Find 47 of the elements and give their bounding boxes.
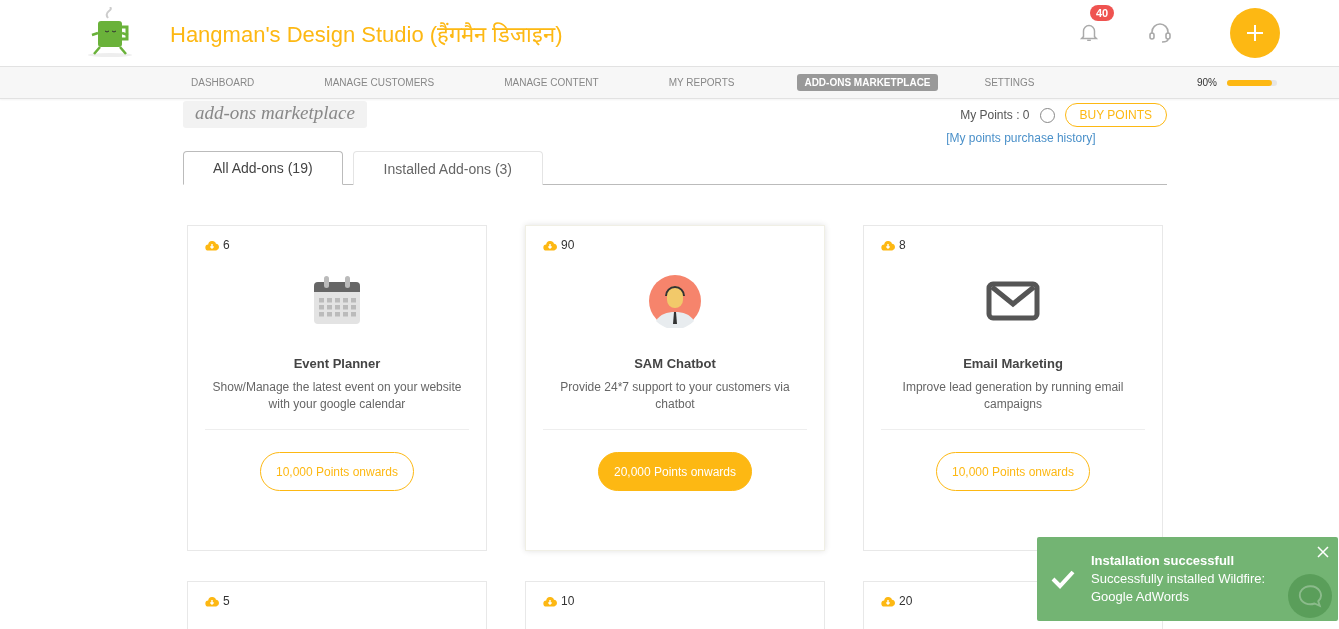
toast-title: Installation successfull	[1091, 552, 1236, 570]
cloud-download-icon	[543, 595, 557, 607]
cloud-download-icon	[543, 239, 557, 251]
points-label: My Points : 0	[960, 108, 1030, 122]
studio-title: Hangman's Design Studio (हैंगमैन डिजाइन)	[170, 21, 564, 48]
nav-item[interactable]: MANAGE CONTENT	[497, 74, 606, 91]
addon-title: Event Planner	[293, 356, 381, 371]
nav-item[interactable]: MY REPORTS	[661, 74, 742, 91]
close-button[interactable]	[1316, 545, 1330, 559]
headset-icon	[1148, 21, 1172, 45]
nav-item[interactable]: MANAGE CUSTOMERS	[317, 74, 442, 91]
checkmark-icon	[1051, 569, 1075, 589]
nav-item[interactable]: SETTINGS	[977, 74, 1042, 91]
cloud-download-icon	[205, 595, 219, 607]
cloud-download-icon	[205, 239, 219, 251]
download-count: 8	[899, 238, 906, 252]
add-button[interactable]	[1230, 8, 1280, 58]
addon-description: Improve lead generation by running email campaigns	[901, 379, 1125, 413]
download-count: 6	[223, 238, 230, 252]
purchase-history-link[interactable]: [My points purchase history]	[946, 131, 1096, 145]
chat-bubble-icon	[1297, 584, 1323, 608]
page-title: add-ons marketplace	[183, 101, 367, 128]
nav-item[interactable]: ADD-ONS MARKETPLACE	[797, 74, 938, 91]
tab[interactable]: All Add-ons (19)	[183, 151, 343, 185]
chat-button[interactable]	[1288, 574, 1332, 618]
download-count: 90	[561, 238, 575, 252]
toast-message: Successfully installed Wildfire: Google AdWords	[1091, 570, 1267, 606]
notification-count: 40	[1090, 5, 1115, 21]
download-count: 10	[561, 594, 575, 608]
progress-reading: 90%	[1197, 77, 1217, 88]
price-button[interactable]: 10,000 Points onwards	[935, 452, 1091, 491]
addon-title: SAM Chatbot	[634, 356, 716, 371]
nav-item[interactable]: DASHBOARD	[184, 74, 262, 91]
close-icon	[1316, 545, 1330, 559]
tab[interactable]: Installed Add-ons (3)	[352, 151, 543, 185]
download-count: 20	[899, 594, 913, 608]
addon-title: Email Marketing	[963, 356, 1063, 371]
download-count: 5	[223, 594, 230, 608]
addon-description: Show/Manage the latest event on your website with your google calendar	[211, 379, 463, 413]
cloud-download-icon	[881, 595, 895, 607]
support-agent-icon	[648, 274, 702, 328]
buy-points-button[interactable]: BUY POINTS	[1064, 103, 1167, 127]
plus-icon	[1246, 24, 1264, 42]
addon-description: Provide 24*7 support to your customers via chatbot	[559, 379, 791, 413]
price-button[interactable]: 10,000 Points onwards	[259, 452, 415, 491]
cloud-download-icon	[881, 239, 895, 251]
support-button[interactable]	[1148, 21, 1172, 45]
